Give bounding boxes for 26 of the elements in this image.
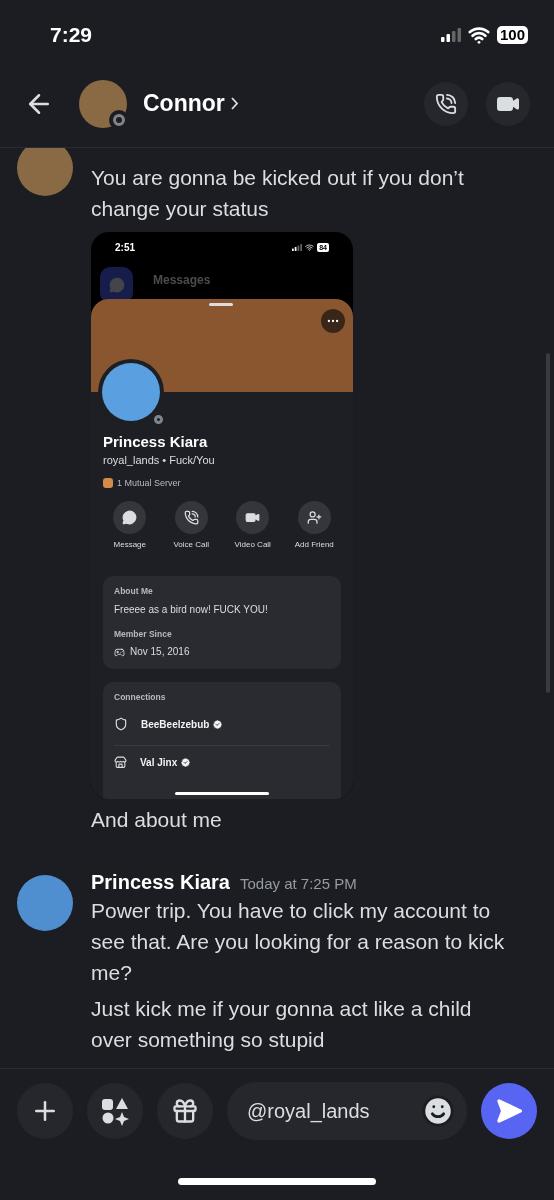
battery-icon: 100 [496, 26, 528, 44]
message-input[interactable]: @royal_lands [227, 1082, 467, 1140]
member-date: Nov 15, 2016 [130, 645, 190, 659]
section-heading: Connections [114, 691, 167, 703]
mutual-servers[interactable]: 1 Mutual Server [117, 476, 181, 490]
message-text: And about me [91, 807, 223, 833]
screen-title: Messages [153, 272, 211, 289]
connection-name[interactable]: Val Jinx [140, 755, 178, 770]
message-text: You are gonna be kicked out if you don’t change your status [91, 165, 465, 222]
action-label: Video Call [234, 539, 271, 551]
clock: 2:51 [115, 240, 135, 255]
action-label: Voice Call [173, 539, 210, 551]
timestamp: Today at 7:25 PM [240, 874, 357, 894]
action-label: Add Friend [294, 539, 334, 551]
about-text: Freeee as a bird now! FUCK YOU! [114, 603, 269, 617]
action-label: Message [113, 539, 146, 551]
clock: 7:29 [50, 22, 93, 49]
section-heading: Member Since [114, 628, 173, 640]
author-name[interactable]: Princess Kiara [91, 869, 230, 895]
message-text: Just kick me if your gonna act like a child over something so stupid [91, 996, 473, 1053]
display-name: Princess Kiara [103, 432, 209, 452]
section-heading: About Me [114, 585, 154, 597]
contact-name[interactable]: Connor [143, 86, 225, 121]
message-text: Power trip. You have to click my account to see that. Are you looking for a reason to kick me? [91, 898, 506, 986]
username: royal_lands • Fuck/You [103, 453, 216, 468]
connection-name[interactable]: BeeBeelzebub [141, 716, 210, 732]
